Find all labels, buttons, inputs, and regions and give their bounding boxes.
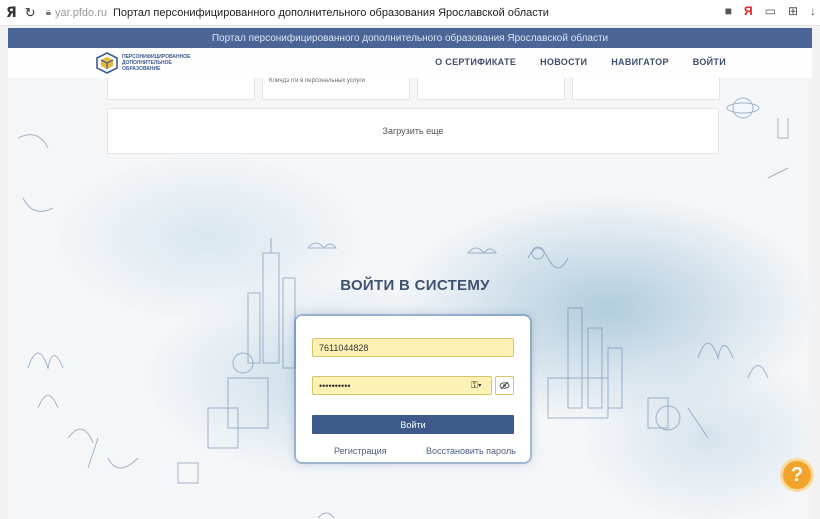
program-card[interactable] xyxy=(417,78,565,100)
password-input[interactable] xyxy=(312,376,492,395)
program-card[interactable] xyxy=(572,78,720,100)
browser-right-tools: ■ Я ▭ ⊞ ↓ xyxy=(725,4,816,18)
register-link[interactable]: Регистрация xyxy=(334,446,387,456)
help-button[interactable]: ? xyxy=(780,458,814,492)
yandex-logo-icon[interactable]: Я xyxy=(6,5,17,21)
nav-news[interactable]: НОВОСТИ xyxy=(540,57,587,67)
program-card-text: Кличдэ гги в персональных услуги xyxy=(269,78,365,84)
bookmark-icon[interactable]: ■ xyxy=(725,4,732,18)
login-form: ⚿▾ Войти Регистрация Восстановить пароль xyxy=(296,316,530,462)
yandex-account-icon[interactable]: Я xyxy=(744,4,753,18)
login-submit-button[interactable]: Войти xyxy=(312,415,514,434)
site-navbar: ПЕРСОНИФИЦИРОВАННОЕ ДОПОЛНИТЕЛЬНОЕ ОБРАЗ… xyxy=(8,48,812,78)
address-domain[interactable]: yar.pfdo.ru xyxy=(55,7,107,19)
address-page-title[interactable]: Портал персонифицированного дополнительн… xyxy=(113,7,549,19)
nav-navigator[interactable]: НАВИГАТОР xyxy=(611,57,669,67)
lock-icon[interactable]: 🔒︎ xyxy=(46,7,51,18)
program-card[interactable] xyxy=(107,78,255,100)
reload-icon[interactable]: ↻ xyxy=(25,5,36,21)
nav-login[interactable]: ВОЙТИ xyxy=(693,57,726,67)
key-icon[interactable]: ⚿▾ xyxy=(471,380,482,391)
site-logo[interactable]: ПЕРСОНИФИЦИРОВАННОЕ ДОПОЛНИТЕЛЬНОЕ ОБРАЗ… xyxy=(96,52,202,74)
browser-toolbar: Я ↻ 🔒︎ yar.pfdo.ru Портал персонифициров… xyxy=(0,0,820,26)
restore-password-link[interactable]: Восстановить пароль xyxy=(426,446,516,456)
login-heading: ВОЙТИ В СИСТЕМУ xyxy=(340,277,490,294)
download-icon[interactable]: ↓ xyxy=(810,4,816,18)
logo-text: ПЕРСОНИФИЦИРОВАННОЕ ДОПОЛНИТЕЛЬНОЕ ОБРАЗ… xyxy=(122,54,191,72)
logo-mark-icon xyxy=(96,52,118,74)
show-password-button[interactable] xyxy=(495,376,514,395)
main-nav: О СЕРТИФИКАТЕ НОВОСТИ НАВИГАТОР ВОЙТИ xyxy=(435,57,726,67)
eye-icon xyxy=(499,381,510,390)
extensions-icon[interactable]: ⊞ xyxy=(788,4,798,18)
login-input[interactable] xyxy=(312,338,514,357)
battery-icon[interactable]: ▭ xyxy=(765,4,776,18)
load-more-button[interactable]: Загрузить еще xyxy=(107,108,719,154)
program-card[interactable]: Кличдэ гги в персональных услуги xyxy=(262,78,410,100)
nav-about-certificate[interactable]: О СЕРТИФИКАТЕ xyxy=(435,57,516,67)
site-top-title: Портал персонифицированного дополнительн… xyxy=(8,28,812,48)
